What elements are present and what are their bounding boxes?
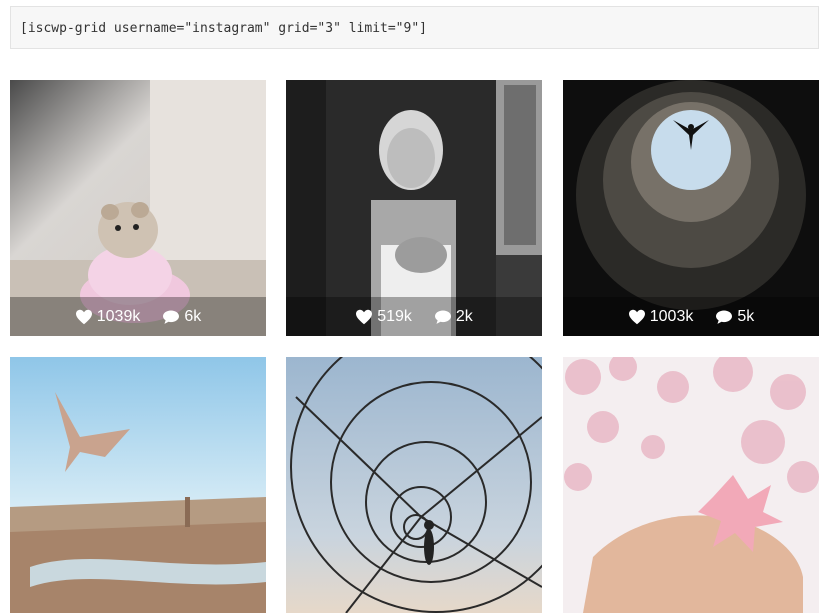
post-tile[interactable]: 519k 2k bbox=[286, 80, 542, 336]
likes-stat: 1039k bbox=[75, 307, 141, 326]
post-tile[interactable]: 1039k 6k bbox=[10, 80, 266, 336]
post-image bbox=[10, 357, 266, 613]
post-tile[interactable] bbox=[563, 357, 819, 613]
comments-count: 6k bbox=[184, 307, 202, 325]
post-image bbox=[563, 357, 819, 613]
likes-stat: 1003k bbox=[628, 307, 694, 326]
comments-count: 2k bbox=[455, 307, 473, 325]
comments-stat: 5k bbox=[715, 308, 754, 326]
post-tile[interactable]: 1003k 5k bbox=[563, 80, 819, 336]
post-stats-overlay: 1003k 5k bbox=[563, 297, 819, 336]
likes-stat: 519k bbox=[355, 308, 412, 326]
shortcode-text: [iscwp-grid username="instagram" grid="3… bbox=[10, 6, 819, 49]
likes-count: 519k bbox=[377, 307, 412, 325]
instagram-grid: 1039k 6k 519k 2k 1003k 5k bbox=[10, 80, 819, 613]
likes-count: 1003k bbox=[649, 307, 694, 325]
heart-icon bbox=[628, 309, 645, 324]
comments-stat: 6k bbox=[162, 308, 201, 326]
post-stats-overlay: 1039k 6k bbox=[10, 297, 266, 336]
post-tile[interactable] bbox=[286, 357, 542, 613]
post-stats-overlay: 519k 2k bbox=[286, 297, 542, 336]
likes-count: 1039k bbox=[96, 307, 141, 325]
comments-stat: 2k bbox=[434, 308, 473, 326]
heart-icon bbox=[356, 309, 373, 324]
post-tile[interactable] bbox=[10, 357, 266, 613]
post-image bbox=[286, 357, 542, 613]
comment-bubble-icon bbox=[163, 309, 180, 324]
comments-count: 5k bbox=[737, 307, 755, 325]
heart-icon bbox=[75, 309, 92, 324]
comment-bubble-icon bbox=[716, 309, 733, 324]
comment-bubble-icon bbox=[434, 309, 451, 324]
